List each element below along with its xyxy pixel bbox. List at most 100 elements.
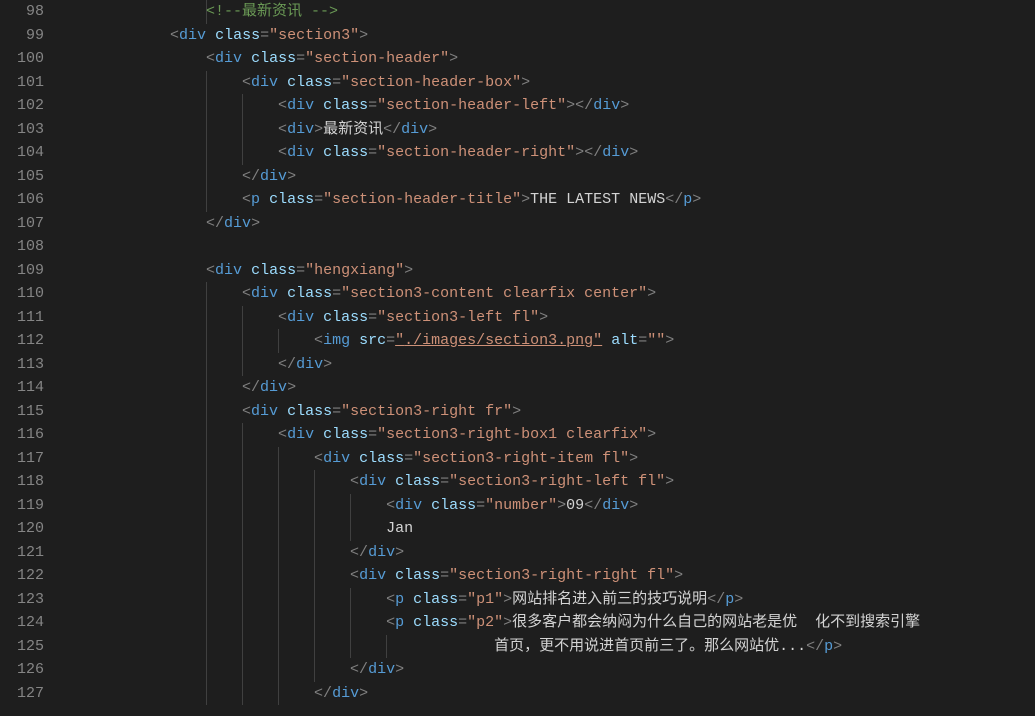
token-br: < [242,191,251,208]
token-tag: div [287,309,314,326]
token-tag: div [260,379,287,396]
token-tag: div [287,426,314,443]
token-tag: p [251,191,260,208]
token-br: < [350,567,359,584]
token-attr: class [287,285,332,302]
token-br: > [503,614,512,631]
line-number: 108 [0,235,44,259]
code-line[interactable]: 首页，更不用说进首页前三了。那么网站优...</p> [62,635,1035,659]
code-editor[interactable]: 9899100101102103104105106107108109110111… [0,0,1035,716]
token-txt [278,403,287,420]
code-line[interactable]: <div class="section3-right-left fl"> [62,470,1035,494]
token-br: = [368,144,377,161]
code-line[interactable]: </div> [62,658,1035,682]
code-line[interactable]: <div class="section3"> [62,24,1035,48]
token-str: " [593,332,602,349]
token-str: "section3-right-item fl" [413,450,629,467]
token-br: > [620,97,629,114]
token-txt [404,614,413,631]
token-br: = [368,309,377,326]
code-line[interactable]: <div class="section3-right-right fl"> [62,564,1035,588]
code-line[interactable]: <p class="section-header-title">THE LATE… [62,188,1035,212]
line-number: 109 [0,259,44,283]
token-br: = [440,567,449,584]
code-line[interactable]: <div class="section3-left fl"> [62,306,1035,330]
code-line[interactable]: <div class="section3-right-box1 clearfix… [62,423,1035,447]
token-br: > [629,144,638,161]
token-br: > [665,332,674,349]
token-br: > [833,638,842,655]
line-number: 122 [0,564,44,588]
code-line[interactable]: </div> [62,682,1035,706]
token-br: </ [278,356,296,373]
token-str: "section3-right-left fl" [449,473,665,490]
token-br: > [557,497,566,514]
token-br: < [242,403,251,420]
token-br: = [332,403,341,420]
token-str: ./images/section3.png [404,332,593,349]
token-txt [350,332,359,349]
code-line[interactable]: <div class="section-header-right"></div> [62,141,1035,165]
token-attr: class [323,309,368,326]
line-number: 114 [0,376,44,400]
token-tag: div [593,97,620,114]
line-number: 112 [0,329,44,353]
line-number: 101 [0,71,44,95]
token-tag: div [401,121,428,138]
token-br: > [395,661,404,678]
line-number: 106 [0,188,44,212]
code-line[interactable]: <p class="p2">很多客户都会纳闷为什么自己的网站老是优 化不到搜索引… [62,611,1035,635]
token-attr: src [359,332,386,349]
code-line[interactable]: <div class="section-header"> [62,47,1035,71]
code-line[interactable]: </div> [62,353,1035,377]
token-br: = [368,97,377,114]
code-line[interactable]: <div class="section-header-left"></div> [62,94,1035,118]
code-line[interactable]: <div class="section-header-box"> [62,71,1035,95]
token-br: > [539,309,548,326]
code-area[interactable]: <!--最新资讯 --> <div class="section3"> <div… [62,0,1035,716]
code-line[interactable]: <p class="p1">网站排名进入前三的技巧说明</p> [62,588,1035,612]
code-line[interactable]: Jan [62,517,1035,541]
code-line[interactable] [62,235,1035,259]
code-line[interactable]: <img src="./images/section3.png" alt=""> [62,329,1035,353]
token-str: "number" [485,497,557,514]
code-line[interactable]: <div class="number">09</div> [62,494,1035,518]
token-br: < [386,591,395,608]
token-txt [206,27,215,44]
code-line[interactable]: <div class="section3-right fr"> [62,400,1035,424]
code-line[interactable]: </div> [62,165,1035,189]
token-txt [242,50,251,67]
token-str: "section3-right-box1 clearfix" [377,426,647,443]
token-br: > [692,191,701,208]
token-br: > [566,97,575,114]
line-number: 115 [0,400,44,424]
token-attr: class [287,403,332,420]
token-br: = [332,74,341,91]
token-br: < [314,450,323,467]
code-line[interactable]: </div> [62,212,1035,236]
code-line[interactable]: <div class="section3-content clearfix ce… [62,282,1035,306]
line-number: 100 [0,47,44,71]
line-number: 124 [0,611,44,635]
code-line[interactable]: <!--最新资讯 --> [62,0,1035,24]
token-br: > [503,591,512,608]
token-br: > [629,450,638,467]
token-br: = [440,473,449,490]
code-line[interactable]: </div> [62,376,1035,400]
token-br: > [575,144,584,161]
line-number: 103 [0,118,44,142]
token-attr: class [359,450,404,467]
line-number: 125 [0,635,44,659]
token-br: = [260,27,269,44]
token-br: > [251,215,260,232]
token-txt [386,567,395,584]
line-number: 121 [0,541,44,565]
token-tag: div [368,661,395,678]
code-line[interactable]: <div>最新资讯</div> [62,118,1035,142]
token-br: < [278,144,287,161]
code-line[interactable]: <div class="hengxiang"> [62,259,1035,283]
code-line[interactable]: <div class="section3-right-item fl"> [62,447,1035,471]
token-tag: div [287,121,314,138]
token-br: = [368,426,377,443]
code-line[interactable]: </div> [62,541,1035,565]
